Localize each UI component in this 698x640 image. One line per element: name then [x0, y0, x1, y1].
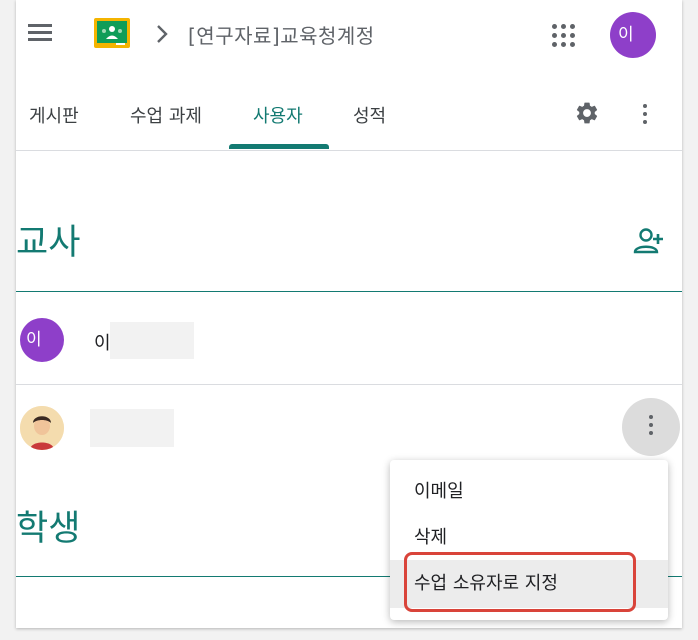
- gear-icon[interactable]: [574, 100, 600, 126]
- teacher-photo-avatar: [20, 406, 64, 450]
- menu-item-email[interactable]: 이메일: [390, 468, 668, 516]
- redacted-name-block: [110, 322, 194, 359]
- redacted-name-block: [90, 409, 174, 447]
- account-avatar[interactable]: 이: [610, 12, 656, 58]
- teacher-avatar-initial: 이: [26, 330, 42, 350]
- top-app-bar: [연구자료]교육청계정 이: [16, 0, 682, 66]
- teachers-title: 교사: [16, 223, 81, 263]
- tab-grades[interactable]: 성적: [353, 102, 386, 128]
- teachers-divider: [16, 291, 682, 292]
- tab-people[interactable]: 사용자: [253, 102, 303, 128]
- apps-grid-icon[interactable]: [552, 24, 576, 48]
- class-title[interactable]: [연구자료]교육청계정: [188, 20, 375, 49]
- chevron-right-icon: [152, 22, 172, 46]
- row-divider: [16, 384, 682, 385]
- teacher-avatar: 이: [20, 318, 64, 362]
- menu-icon[interactable]: [26, 22, 54, 44]
- more-vert-icon[interactable]: [642, 104, 648, 126]
- classroom-page: [연구자료]교육청계정 이 게시판 수업 과제 사용자 성적 교사 이 이 학생…: [16, 0, 682, 628]
- more-vert-icon[interactable]: [622, 398, 680, 456]
- highlight-annotation: [404, 552, 636, 612]
- active-tab-indicator: [229, 144, 329, 149]
- person-add-icon[interactable]: [632, 226, 668, 256]
- tab-classwork[interactable]: 수업 과제: [130, 102, 202, 128]
- teacher-name: 이: [94, 333, 111, 354]
- classroom-logo-icon[interactable]: [94, 18, 130, 48]
- account-avatar-initial: 이: [618, 25, 634, 45]
- tab-stream[interactable]: 게시판: [29, 102, 79, 128]
- students-title: 학생: [16, 509, 81, 549]
